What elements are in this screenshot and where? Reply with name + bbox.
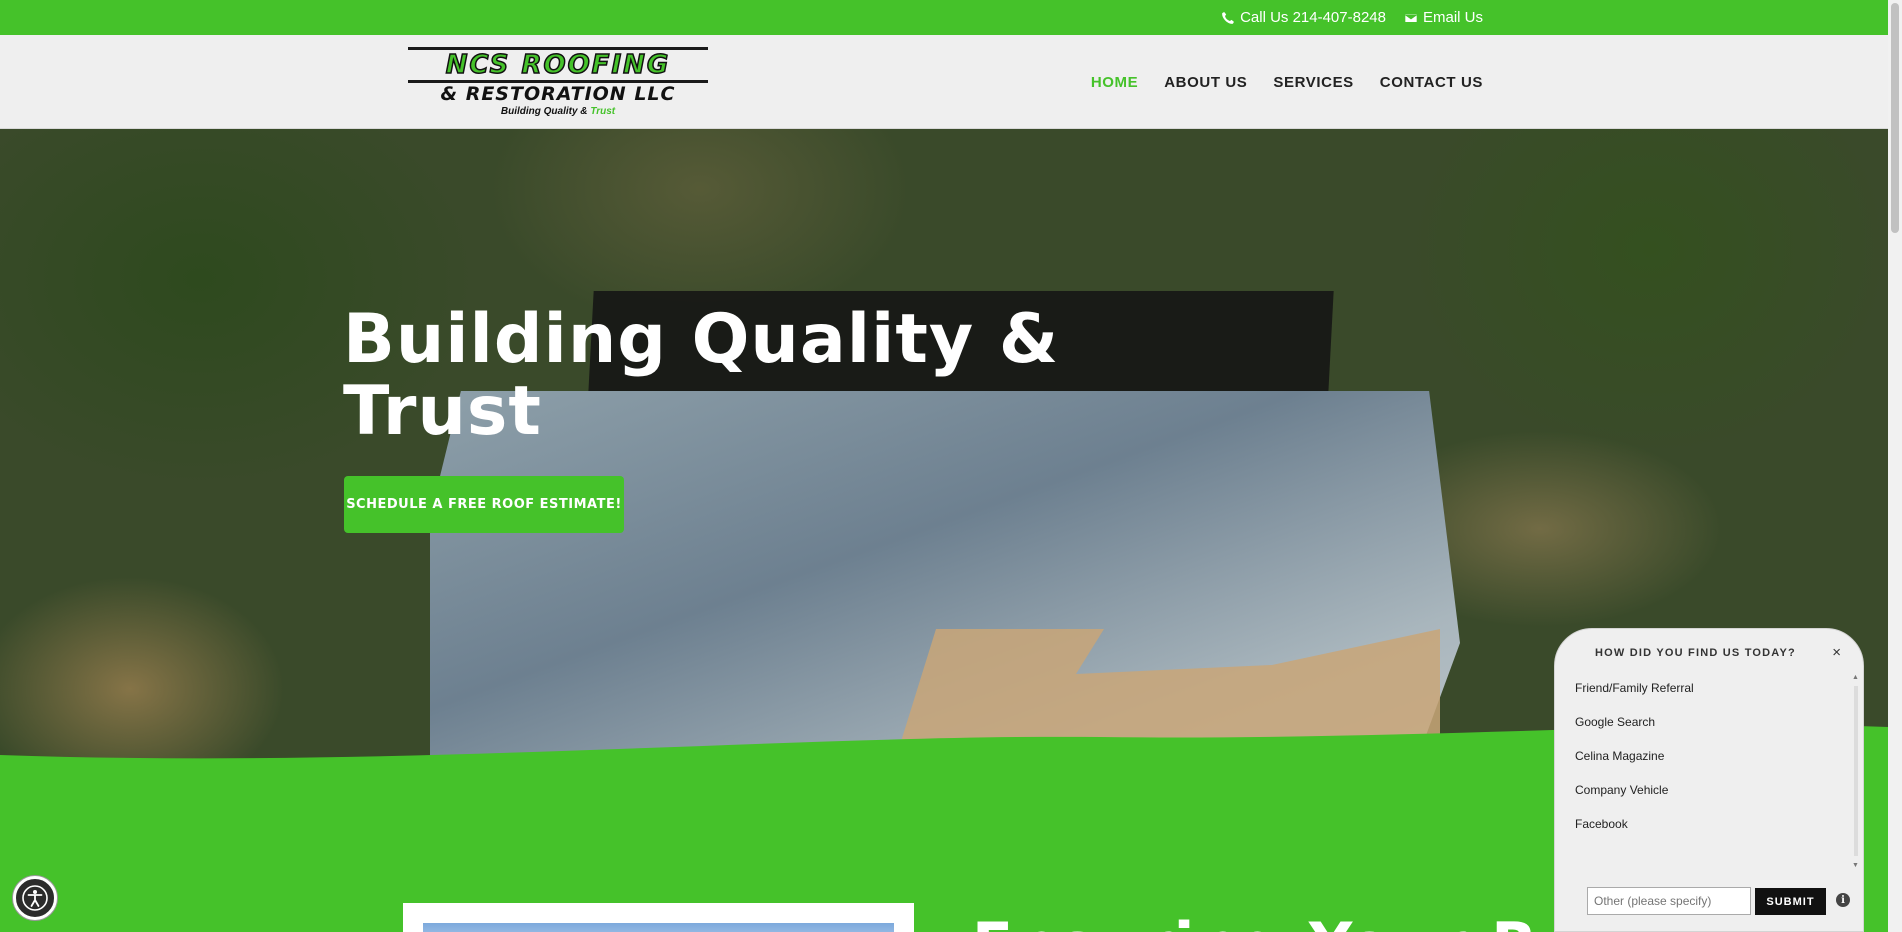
email-us-link[interactable]: Email Us xyxy=(1404,9,1483,26)
survey-submit-button[interactable]: SUBMIT xyxy=(1755,888,1826,915)
top-contact-bar: Call Us 214-407-8248 Email Us xyxy=(0,0,1888,35)
section-title: Ensuring Your Roof xyxy=(972,905,1532,932)
site-header: NCS ROOFING & RESTORATION LLC Building Q… xyxy=(0,35,1888,129)
survey-question: HOW DID YOU FIND US TODAY? xyxy=(1595,647,1796,659)
logo-line-2: & RESTORATION LLC xyxy=(440,83,676,105)
call-us-link[interactable]: Call Us 214-407-8248 xyxy=(1221,9,1386,26)
survey-widget: HOW DID YOU FIND US TODAY? × Friend/Fami… xyxy=(1554,628,1864,932)
other-specify-input[interactable] xyxy=(1587,887,1751,915)
envelope-icon xyxy=(1404,12,1418,23)
site-logo[interactable]: NCS ROOFING & RESTORATION LLC Building Q… xyxy=(408,47,708,119)
email-us-label: Email Us xyxy=(1422,9,1483,26)
survey-option[interactable]: Google Search xyxy=(1575,715,1694,749)
accessibility-button[interactable] xyxy=(13,876,57,920)
nav-item-home[interactable]: HOME xyxy=(1091,74,1138,91)
logo-line-1: NCS ROOFING xyxy=(408,47,708,83)
scroll-down-icon[interactable]: ▼ xyxy=(1852,862,1859,869)
logo-tagline: Building Quality & Trust xyxy=(500,106,616,117)
intro-image xyxy=(423,923,894,932)
close-icon[interactable]: × xyxy=(1832,644,1841,661)
nav-item-services[interactable]: SERVICES xyxy=(1273,74,1353,91)
call-us-label: Call Us 214-407-8248 xyxy=(1240,9,1386,26)
intro-image-card xyxy=(403,903,914,932)
page-scrollbar-thumb[interactable] xyxy=(1891,3,1899,233)
info-icon[interactable]: i xyxy=(1836,893,1850,907)
contact-links: Call Us 214-407-8248 Email Us xyxy=(1221,0,1483,35)
survey-option[interactable]: Company Vehicle xyxy=(1575,783,1694,817)
survey-option[interactable]: Facebook xyxy=(1575,817,1694,851)
scroll-track xyxy=(1854,686,1858,856)
scroll-up-icon[interactable]: ▲ xyxy=(1852,674,1859,681)
survey-option[interactable]: Friend/Family Referral xyxy=(1575,681,1694,715)
survey-options-scrollbar[interactable]: ▲ ▼ xyxy=(1851,674,1861,869)
main-nav: HOME ABOUT US SERVICES CONTACT US xyxy=(1091,35,1483,129)
survey-option[interactable]: Celina Magazine xyxy=(1575,749,1694,783)
survey-options: Friend/Family Referral Google Search Cel… xyxy=(1575,681,1694,851)
nav-item-about-us[interactable]: ABOUT US xyxy=(1164,74,1247,91)
nav-item-contact-us[interactable]: CONTACT US xyxy=(1380,74,1483,91)
accessibility-icon xyxy=(22,885,48,911)
page-scrollbar[interactable] xyxy=(1888,0,1902,932)
phone-icon xyxy=(1222,11,1235,24)
